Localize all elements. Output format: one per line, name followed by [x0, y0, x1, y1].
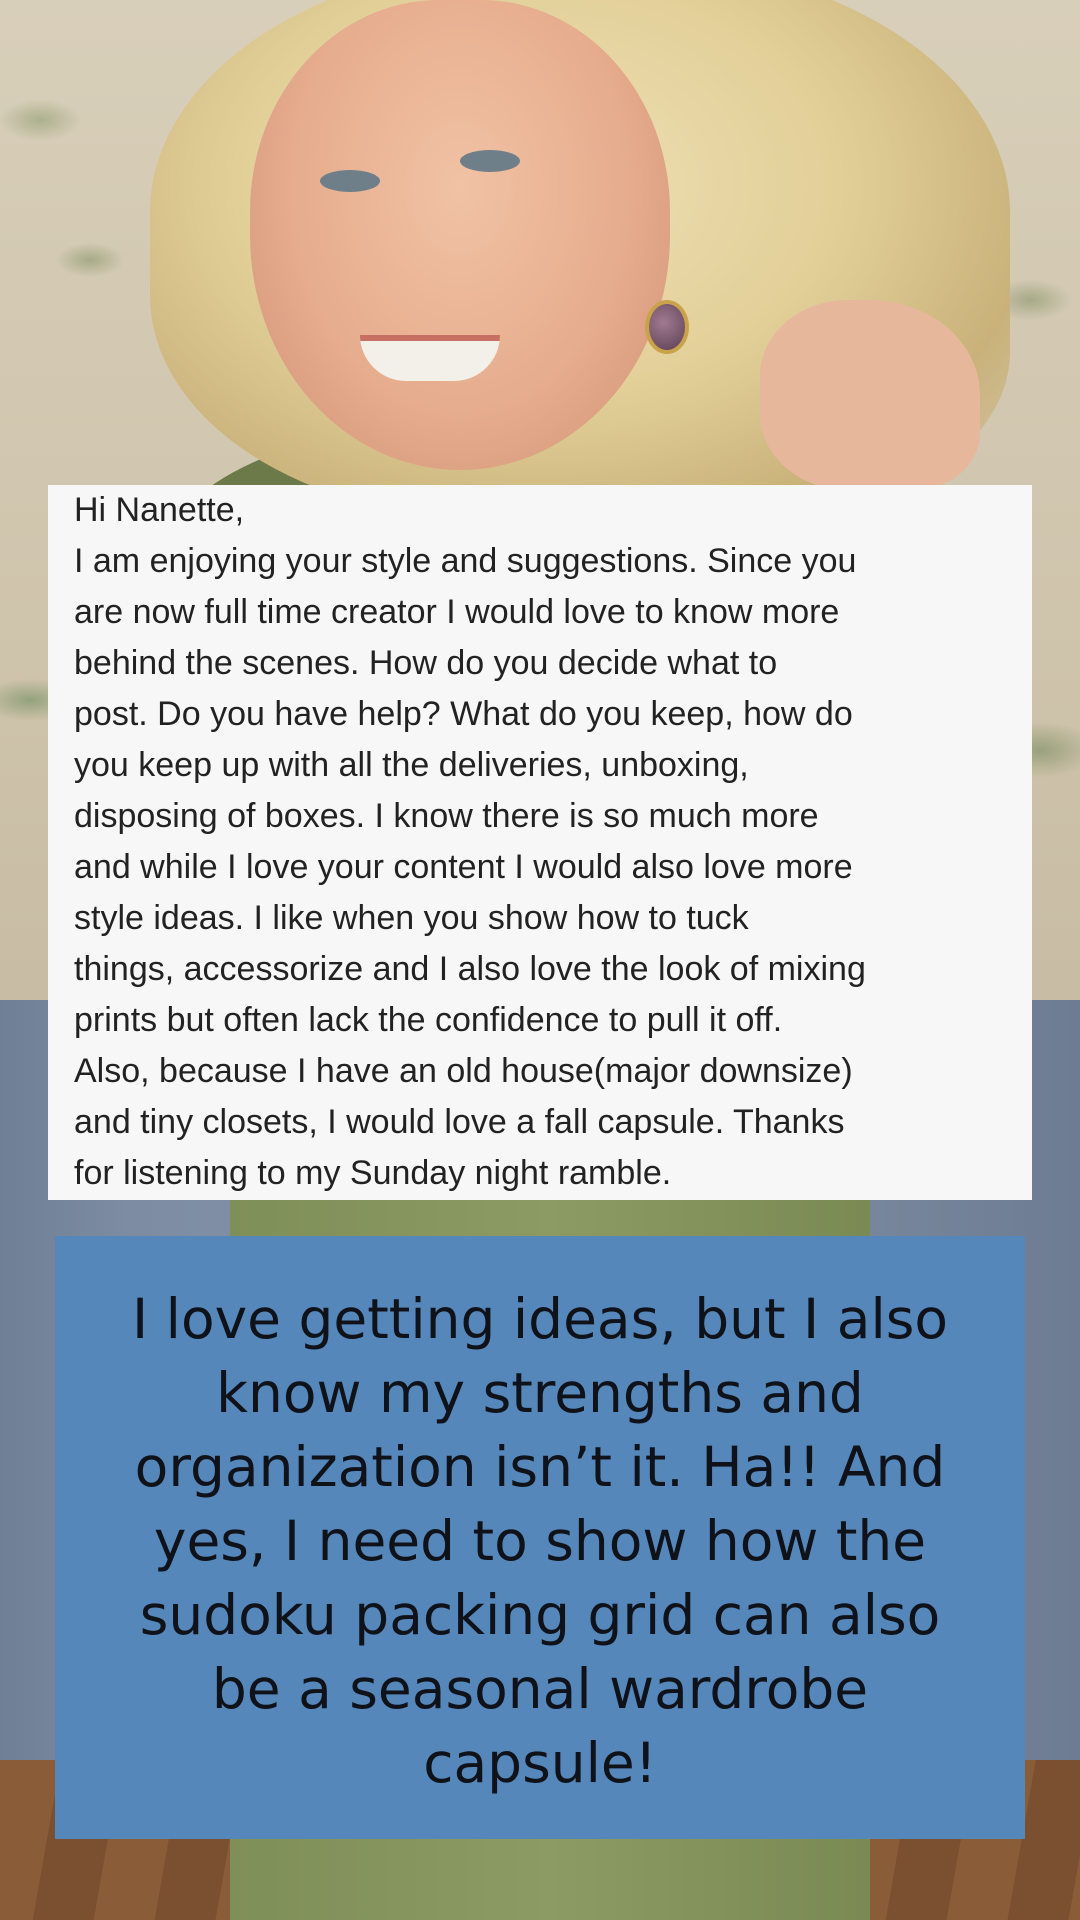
- message-line: behind the scenes. How do you decide wha…: [74, 644, 778, 682]
- reply-caption-box: I love getting ideas, but I also know my…: [55, 1236, 1025, 1839]
- caption-line: know my strengths and: [216, 1361, 864, 1425]
- message-line: disposing of boxes. I know there is so m…: [74, 797, 819, 835]
- caption-line: yes, I need to show how the: [153, 1509, 927, 1573]
- right-eye: [460, 150, 520, 172]
- message-line: Also, because I have an old house(major …: [74, 1052, 853, 1090]
- caption-line: I love getting ideas, but I also: [131, 1287, 949, 1351]
- hand: [760, 300, 980, 490]
- caption-line: be a seasonal wardrobe: [211, 1657, 869, 1721]
- caption-line: capsule!: [423, 1731, 657, 1795]
- viewer-message-card: Hi Nanette, I am enjoying your style and…: [48, 485, 1032, 1200]
- message-line: and while I love your content I would al…: [74, 848, 853, 886]
- caption-line: sudoku packing grid can also: [139, 1583, 941, 1647]
- message-line: and tiny closets, I would love a fall ca…: [74, 1103, 845, 1141]
- message-line: are now full time creator I would love t…: [74, 593, 840, 631]
- message-line: I am enjoying your style and suggestions…: [74, 542, 857, 580]
- message-line: style ideas. I like when you show how to…: [74, 899, 749, 937]
- message-line: you keep up with all the deliveries, unb…: [74, 746, 749, 784]
- presenter-face: [250, 0, 670, 470]
- left-eye: [320, 170, 380, 192]
- message-line: prints but often lack the confidence to …: [74, 1001, 783, 1039]
- message-line: things, accessorize and I also love the …: [74, 950, 866, 988]
- caption-line: organization isn’t it. Ha!! And: [134, 1435, 946, 1499]
- message-line: for listening to my Sunday night ramble.: [74, 1154, 672, 1192]
- message-line: Hi Nanette,: [74, 491, 245, 529]
- message-line: post. Do you have help? What do you keep…: [74, 695, 853, 733]
- earring: [645, 300, 689, 354]
